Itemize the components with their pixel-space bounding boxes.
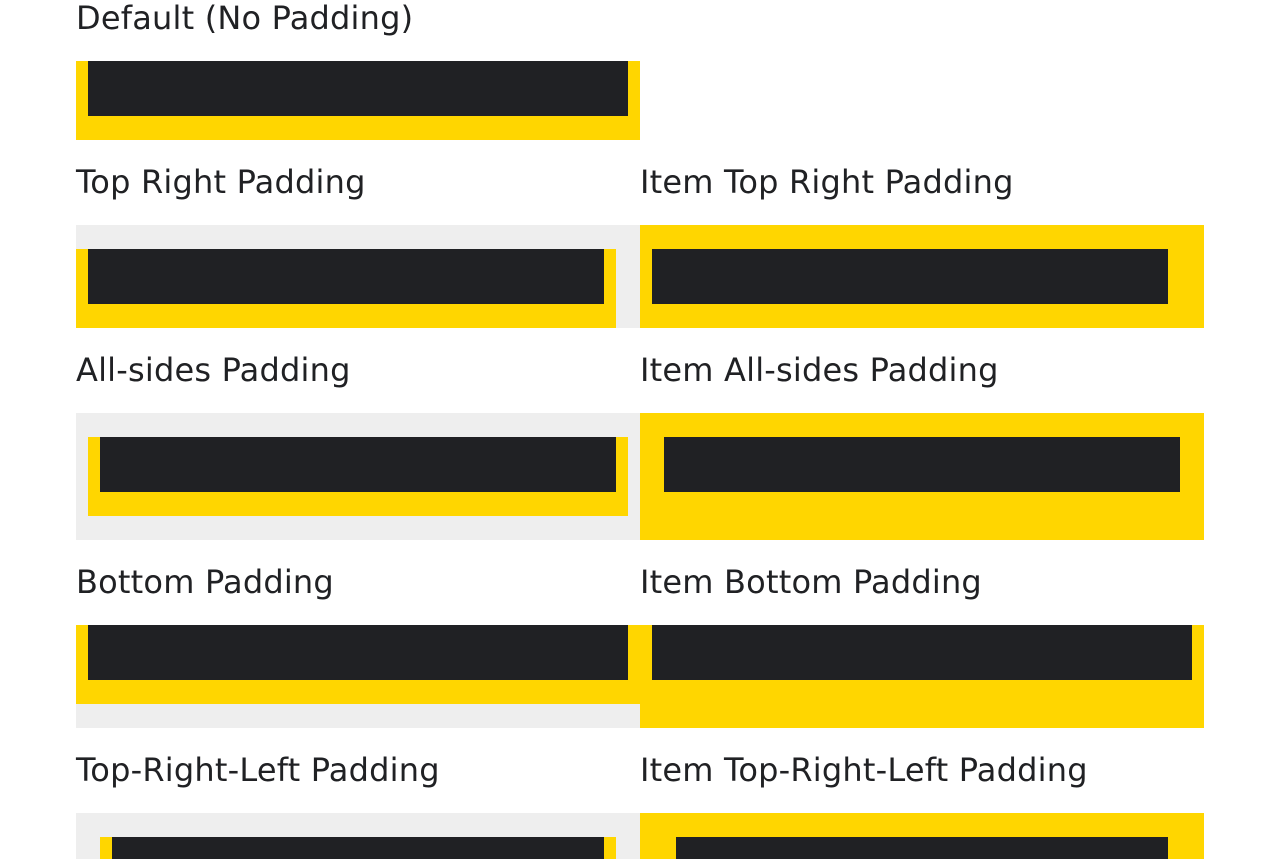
- padding-demo-default-content: [88, 61, 628, 116]
- padding-demo-all-sides-item: [88, 437, 628, 516]
- padding-demo-bottom-content: [88, 625, 628, 680]
- section-title-item-all-sides: Item All-sides Padding: [640, 351, 999, 389]
- padding-demo-top-right-content: [88, 249, 604, 304]
- section-title-bottom: Bottom Padding: [76, 563, 334, 601]
- section-title-top-right: Top Right Padding: [76, 163, 366, 201]
- padding-demo-bottom-container: [76, 625, 640, 728]
- padding-demo-top-right-left-container: [76, 813, 640, 859]
- padding-demo-top-right-item: [76, 249, 616, 328]
- padding-demo-item-top-right-content: [652, 249, 1168, 304]
- section-title-top-right-left: Top-Right-Left Padding: [76, 751, 440, 789]
- padding-demo-top-right-left-item: [100, 837, 616, 859]
- padding-demo-item-top-right-left-item: [640, 813, 1204, 859]
- padding-demo-item-bottom-content: [652, 625, 1192, 680]
- padding-demo-item-top-right-left-content: [676, 837, 1168, 859]
- padding-demo-item-all-sides-item: [640, 413, 1204, 540]
- padding-demo-top-right-left-content: [112, 837, 604, 859]
- padding-demo-top-right-container: [76, 225, 640, 328]
- section-title-all-sides: All-sides Padding: [76, 351, 351, 389]
- padding-demo-all-sides-container: [76, 413, 640, 540]
- padding-demo-item-all-sides-content: [664, 437, 1180, 492]
- padding-demo-all-sides-content: [100, 437, 616, 492]
- padding-demo-item-top-right-item: [640, 225, 1204, 328]
- padding-demo-bottom-item: [76, 625, 640, 704]
- padding-demo-item-bottom-item: [640, 625, 1204, 728]
- section-title-default: Default (No Padding): [76, 0, 414, 37]
- padding-demo-default-item: [76, 61, 640, 140]
- section-title-item-bottom: Item Bottom Padding: [640, 563, 982, 601]
- section-title-item-top-right: Item Top Right Padding: [640, 163, 1014, 201]
- section-title-item-top-right-left: Item Top-Right-Left Padding: [640, 751, 1088, 789]
